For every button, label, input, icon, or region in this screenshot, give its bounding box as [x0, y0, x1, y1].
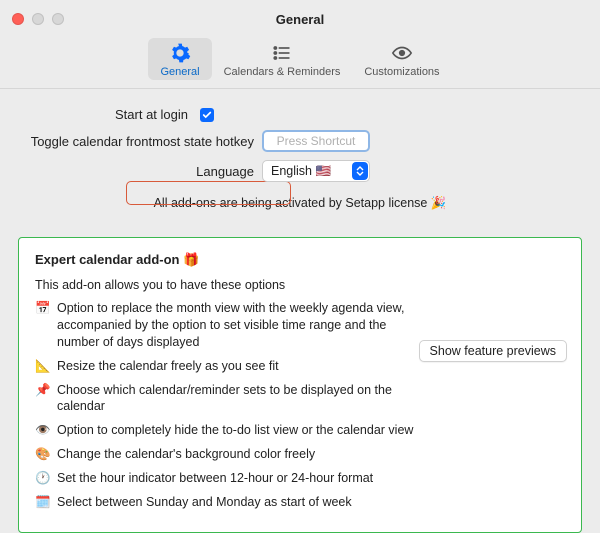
- calendar-icon: 📅: [35, 300, 51, 351]
- list-item: 🎨Change the calendar's background color …: [35, 446, 415, 463]
- list-item: 📌Choose which calendar/reminder sets to …: [35, 382, 415, 416]
- tab-label: Calendars & Reminders: [224, 66, 341, 78]
- activation-status-text: All add-ons are being activated by Setap…: [24, 190, 576, 229]
- window-title: General: [0, 12, 600, 27]
- show-feature-previews-button[interactable]: Show feature previews: [419, 340, 567, 362]
- list-item: 👁️Option to completely hide the to-do li…: [35, 422, 415, 439]
- clock-icon: 🕐: [35, 470, 51, 487]
- list-item: 📅Option to replace the month view with t…: [35, 300, 415, 351]
- general-settings-form: Start at login Toggle calendar frontmost…: [0, 89, 600, 237]
- prefs-toolbar: General Calendars & Reminders Customizat…: [0, 38, 600, 89]
- list-item: 🗓️Select between Sunday and Monday as st…: [35, 494, 415, 511]
- language-label: Language: [24, 164, 262, 179]
- addon-intro: This add-on allows you to have these opt…: [35, 278, 565, 292]
- calendar-icon: 🗓️: [35, 494, 51, 511]
- tab-calendars-reminders[interactable]: Calendars & Reminders: [212, 38, 353, 80]
- pin-icon: 📌: [35, 382, 51, 416]
- list-item: 🕐Set the hour indicator between 12-hour …: [35, 470, 415, 487]
- addon-title: Expert calendar add-on 🎁: [35, 252, 565, 268]
- eye-icon: 👁️: [35, 422, 51, 439]
- expert-addon-panel: Expert calendar add-on 🎁 This add-on all…: [18, 237, 582, 533]
- eye-icon: [391, 42, 413, 64]
- ruler-icon: 📐: [35, 358, 51, 375]
- window-titlebar: General: [0, 0, 600, 38]
- hotkey-input[interactable]: Press Shortcut: [262, 130, 370, 152]
- hotkey-label: Toggle calendar frontmost state hotkey: [24, 134, 262, 149]
- tab-label: General: [160, 66, 199, 78]
- list-item: 📐Resize the calendar freely as you see f…: [35, 358, 415, 375]
- list-icon: [272, 42, 292, 64]
- chevron-updown-icon: [352, 162, 368, 180]
- start-at-login-checkbox[interactable]: [200, 108, 214, 122]
- gear-icon: [169, 42, 191, 64]
- tab-label: Customizations: [364, 66, 439, 78]
- language-select[interactable]: English 🇺🇸: [262, 160, 370, 182]
- start-at-login-label: Start at login: [24, 107, 196, 122]
- palette-icon: 🎨: [35, 446, 51, 463]
- addon-feature-list: 📅Option to replace the month view with t…: [35, 300, 565, 511]
- tab-general[interactable]: General: [148, 38, 211, 80]
- tab-customizations[interactable]: Customizations: [352, 38, 451, 80]
- language-value: English 🇺🇸: [271, 164, 331, 179]
